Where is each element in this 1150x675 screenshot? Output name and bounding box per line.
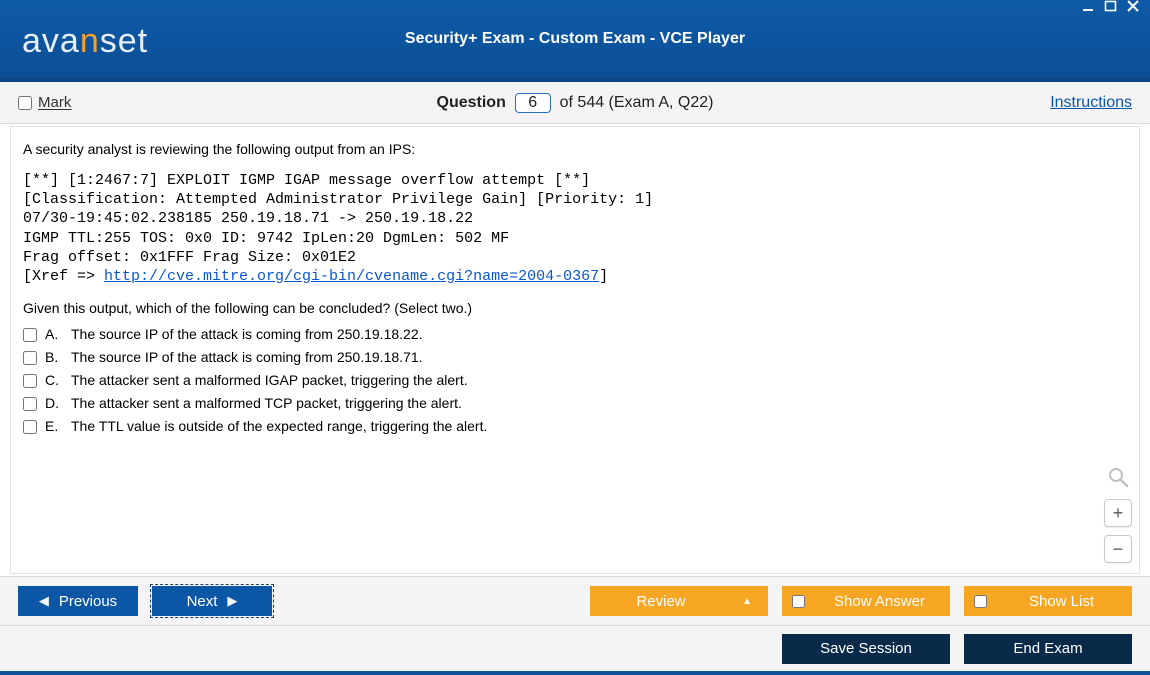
option-c-label: C. [45,372,63,388]
instructions-link[interactable]: Instructions [1050,94,1132,112]
zoom-out-button[interactable]: − [1104,535,1132,563]
show-answer-button[interactable]: Show Answer [782,586,950,616]
zoom-in-button[interactable]: + [1104,499,1132,527]
option-d-checkbox[interactable] [23,397,37,411]
review-button[interactable]: Review ▲ [590,586,768,616]
option-a-text: The source IP of the attack is coming fr… [71,326,1127,342]
question-number-box[interactable]: 6 [515,93,551,113]
next-button[interactable]: Next ▶ [152,586,272,616]
question-content: A security analyst is reviewing the foll… [10,126,1140,574]
show-answer-label: Show Answer [825,593,934,610]
xref-link[interactable]: http://cve.mitre.org/cgi-bin/cvename.cgi… [104,268,599,285]
maximize-icon[interactable] [1102,0,1120,16]
nav-row: ◀ Previous Next ▶ Review ▲ Show Answer S… [0,576,1150,626]
option-c-checkbox[interactable] [23,374,37,388]
mark-label[interactable]: Mark [38,94,71,111]
question-subprompt: Given this output, which of the followin… [23,300,1127,316]
chevron-left-icon: ◀ [39,593,49,609]
option-b[interactable]: B. The source IP of the attack is coming… [23,349,1127,365]
end-exam-button[interactable]: End Exam [964,634,1132,664]
window-title: Security+ Exam - Custom Exam - VCE Playe… [0,30,1150,48]
option-b-text: The source IP of the attack is coming fr… [71,349,1127,365]
zoom-controls: + − [1104,463,1132,563]
option-b-checkbox[interactable] [23,351,37,365]
next-label: Next [187,593,218,610]
option-c-text: The attacker sent a malformed IGAP packe… [71,372,1127,388]
answer-options: A. The source IP of the attack is coming… [23,326,1127,434]
show-answer-checkbox[interactable] [792,595,805,608]
review-label: Review [600,593,722,610]
save-session-button[interactable]: Save Session [782,634,950,664]
previous-button[interactable]: ◀ Previous [18,586,138,616]
option-e[interactable]: E. The TTL value is outside of the expec… [23,418,1127,434]
option-a-checkbox[interactable] [23,328,37,342]
option-a-label: A. [45,326,63,342]
option-d-label: D. [45,395,63,411]
question-of-text: of 544 (Exam A, Q22) [560,94,714,111]
triangle-up-icon: ▲ [742,596,752,607]
close-icon[interactable] [1124,0,1142,16]
show-list-button[interactable]: Show List [964,586,1132,616]
show-list-label: Show List [1007,593,1116,610]
question-indicator: Question 6 of 544 (Exam A, Q22) [0,93,1150,113]
mark-checkbox[interactable] [18,96,32,110]
minimize-icon[interactable] [1080,0,1098,16]
option-e-checkbox[interactable] [23,420,37,434]
question-word: Question [437,94,506,111]
option-e-text: The TTL value is outside of the expected… [71,418,1127,434]
option-e-label: E. [45,418,63,434]
title-bar: avanset Security+ Exam - Custom Exam - V… [0,0,1150,82]
previous-label: Previous [59,593,117,610]
bottom-accent-bar [0,671,1150,675]
magnifier-icon[interactable] [1104,463,1132,491]
option-d[interactable]: D. The attacker sent a malformed TCP pac… [23,395,1127,411]
option-b-label: B. [45,349,63,365]
mark-checkbox-wrap[interactable]: Mark [18,94,71,111]
question-prompt: A security analyst is reviewing the foll… [23,141,1127,157]
window-controls [1080,0,1142,16]
chevron-right-icon: ▶ [227,593,237,609]
option-d-text: The attacker sent a malformed TCP packet… [71,395,1127,411]
ips-output: [**] [1:2467:7] EXPLOIT IGMP IGAP messag… [23,171,1127,286]
footer-row: Save Session End Exam [0,626,1150,671]
show-list-checkbox[interactable] [974,595,987,608]
question-toolbar: Mark Question 6 of 544 (Exam A, Q22) Ins… [0,82,1150,124]
option-a[interactable]: A. The source IP of the attack is coming… [23,326,1127,342]
option-c[interactable]: C. The attacker sent a malformed IGAP pa… [23,372,1127,388]
